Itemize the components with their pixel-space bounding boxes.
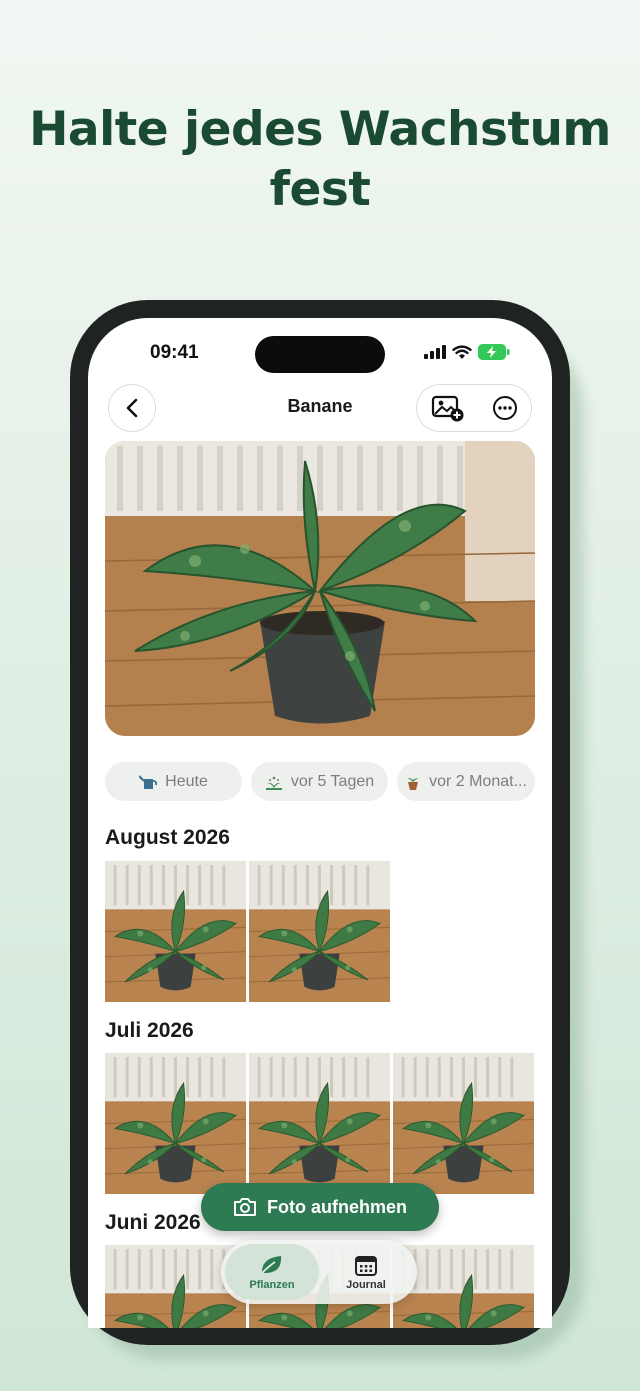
section-title-august: August 2026: [105, 826, 230, 849]
care-history-pills: Heute vor 5 Tagen vor 2 Monat...: [105, 762, 535, 801]
take-photo-button[interactable]: Foto aufnehmen: [201, 1183, 439, 1231]
photo-thumbnail[interactable]: [393, 1053, 534, 1194]
headline-line-1: Halte jedes Wachstum: [29, 102, 611, 157]
photo-thumbnail[interactable]: [249, 1053, 390, 1194]
headline-line-2: fest: [269, 162, 371, 217]
headline: Halte jedes Wachstum fest: [0, 100, 640, 220]
add-photo-icon: [431, 395, 463, 422]
photo-grid-july: [105, 1053, 534, 1194]
wifi-icon: [452, 344, 472, 359]
pill-repotting[interactable]: vor 2 Monat...: [397, 762, 535, 801]
section-title-june: Juni 2026: [105, 1211, 201, 1234]
photo-grid-august: [105, 861, 390, 1002]
repot-icon: [407, 777, 420, 790]
take-photo-label: Foto aufnehmen: [267, 1196, 407, 1217]
section-title-july: Juli 2026: [105, 1019, 194, 1042]
add-photo-button[interactable]: [431, 394, 465, 422]
more-options-icon: [492, 396, 517, 420]
photo-thumbnail[interactable]: [105, 861, 246, 1002]
tab-journal-label: Journal: [346, 1278, 386, 1291]
tab-journal[interactable]: Journal: [319, 1244, 413, 1300]
pill-repotting-label: vor 2 Monat...: [429, 772, 527, 790]
battery-charging-icon: [478, 344, 510, 360]
hero-plant-photo[interactable]: [105, 441, 535, 736]
calendar-icon: [355, 1255, 377, 1276]
photo-thumbnail[interactable]: [249, 861, 390, 1002]
nav-actions: [416, 384, 532, 432]
phone-screen: 09:41 Banane Heute vor 5 Tagen vor 2 Mon…: [88, 318, 552, 1328]
pill-fertilizing-label: vor 5 Tagen: [290, 772, 375, 790]
tab-plants[interactable]: Pflanzen: [225, 1244, 319, 1300]
status-icons: [424, 344, 510, 360]
fertilizer-icon: [265, 776, 282, 790]
cellular-signal-icon: [424, 345, 446, 359]
dynamic-island: [255, 336, 385, 373]
photo-thumbnail[interactable]: [105, 1053, 246, 1194]
pill-fertilizing[interactable]: vor 5 Tagen: [251, 762, 388, 801]
pill-watering-label: Heute: [165, 772, 208, 790]
camera-icon: [234, 1198, 256, 1216]
more-options-button[interactable]: [492, 395, 518, 421]
pill-watering[interactable]: Heute: [105, 762, 242, 801]
leaf-icon: [261, 1255, 282, 1274]
watering-can-icon: [139, 774, 158, 789]
status-time: 09:41: [150, 342, 199, 363]
tab-bar: Pflanzen Journal: [221, 1240, 417, 1304]
photo-thumbnail[interactable]: [393, 1245, 534, 1328]
tab-plants-label: Pflanzen: [249, 1278, 295, 1291]
